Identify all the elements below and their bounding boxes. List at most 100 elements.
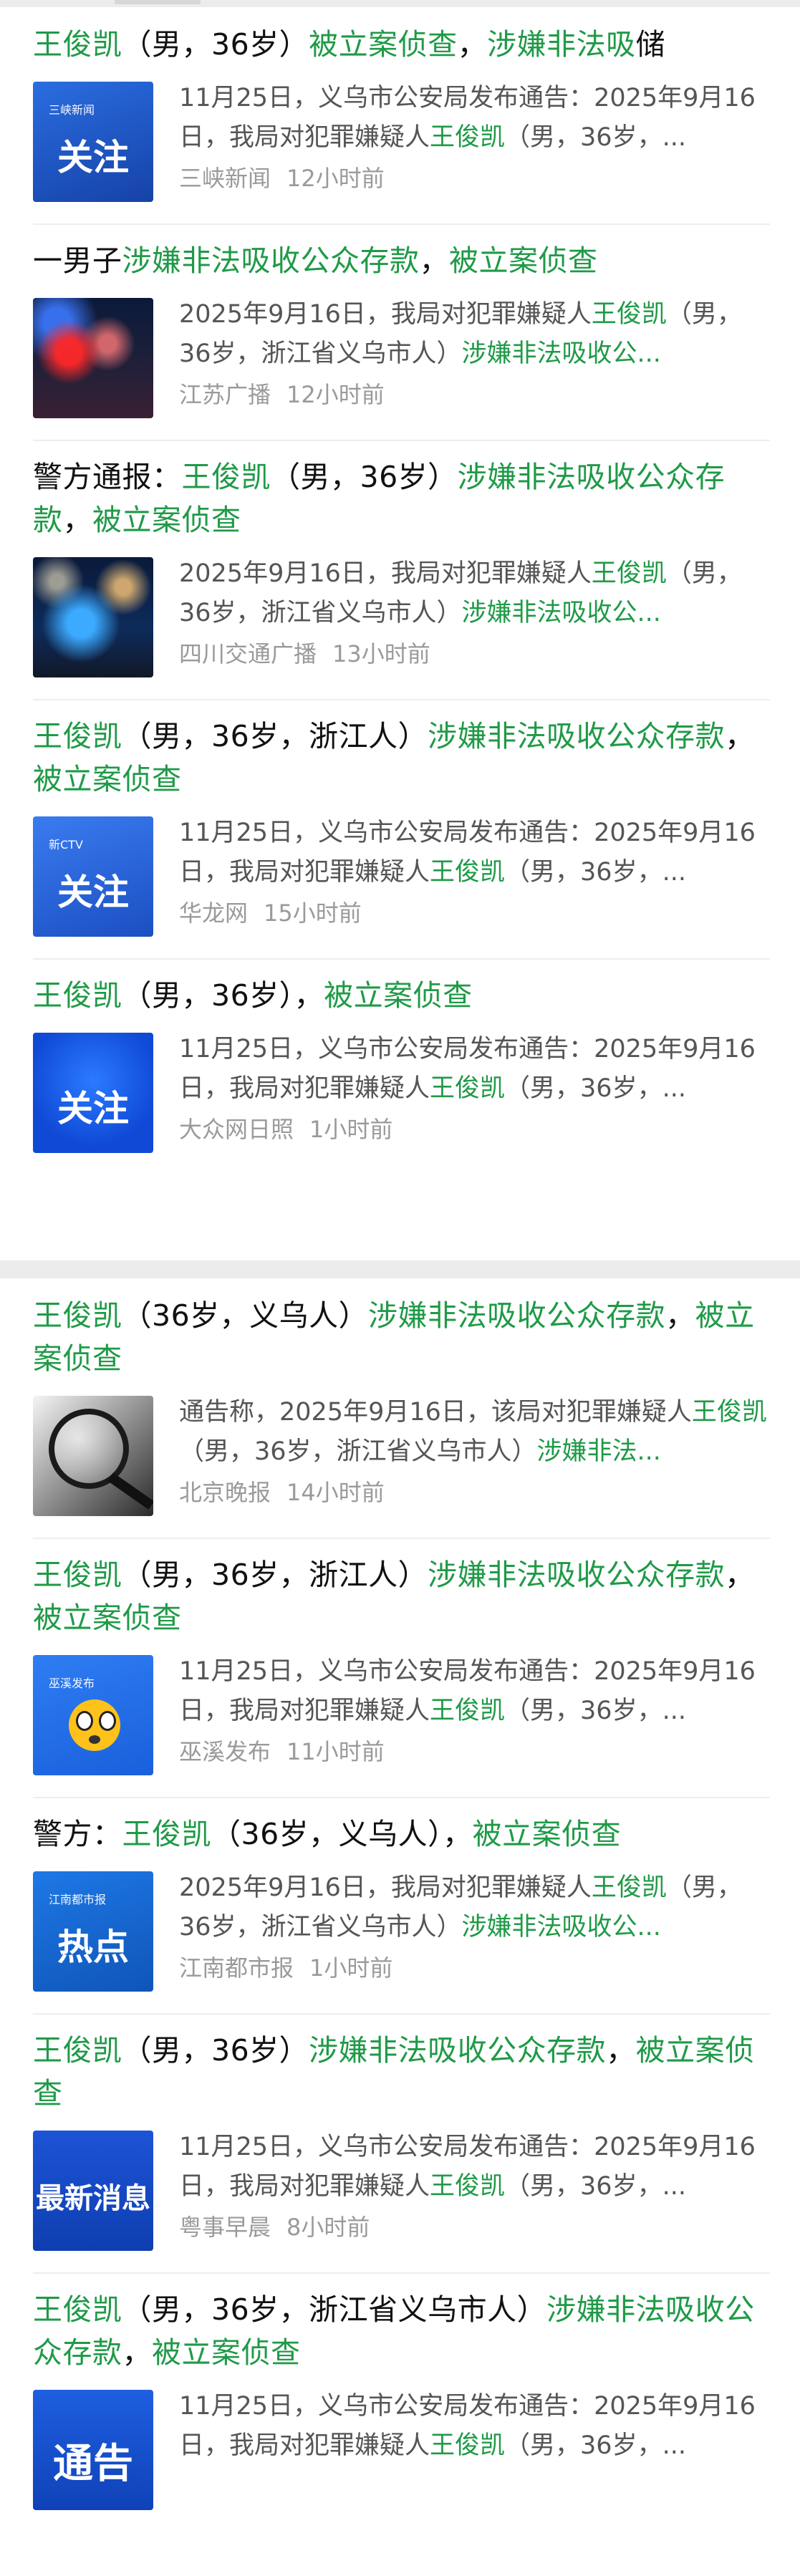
headline-text: 警方通报：	[33, 460, 182, 494]
news-source[interactable]: 大众网日照	[179, 1116, 294, 1143]
news-headline[interactable]: 王俊凯（男，36岁）涉嫌非法吸收公众存款，被立案侦查	[33, 2029, 770, 2115]
summary-text: （男，36岁，...	[505, 2172, 686, 2201]
emoji-eye	[99, 1711, 116, 1731]
headline-keyword: 涉嫌非法吸收公众存款	[309, 2033, 607, 2068]
news-thumbnail[interactable]	[33, 1396, 153, 1516]
news-source[interactable]: 巫溪发布	[179, 1738, 271, 1765]
news-source[interactable]: 四川交通广播	[179, 640, 317, 667]
news-source[interactable]: 华龙网	[179, 899, 248, 927]
news-source[interactable]: 三峡新闻	[179, 165, 271, 192]
news-thumbnail[interactable]: 关注	[33, 1033, 153, 1153]
news-headline[interactable]: 王俊凯（男，36岁，浙江人）涉嫌非法吸收公众存款， 被立案侦查	[33, 1553, 770, 1639]
headline-text: ，	[725, 1558, 755, 1592]
news-summary: 11月25日，义乌市公安局发布通告：2025年9月16日，我局对犯罪嫌疑人王俊凯…	[179, 79, 770, 158]
news-time: 13小时前	[332, 640, 430, 667]
headline-keyword: 涉嫌非法吸	[487, 27, 636, 62]
headline-text: ，	[606, 2033, 636, 2068]
news-item[interactable]: 警方：王俊凯（36岁，义乌人），被立案侦查 江南都市报 热点 2025年9月16日，我…	[0, 1797, 800, 2013]
news-item[interactable]: 警方通报：王俊凯（男，36岁）涉嫌非法吸收公众存款，被立案侦查 2025年9月16…	[0, 440, 800, 699]
summary-text: （男，36岁，...	[505, 2431, 686, 2460]
news-item[interactable]: 王俊凯（男，36岁，浙江省义乌市人）涉嫌非法吸收公众存款，被立案侦查 通告 11月2…	[0, 2272, 800, 2532]
news-meta: 北京晚报 14小时前	[179, 1476, 770, 1509]
thumbnail-logo: 江南都市报	[49, 1893, 107, 1906]
thumbnail-caption: 最新消息	[36, 2182, 150, 2215]
news-thumbnail[interactable]: 最新消息	[33, 2131, 153, 2251]
headline-keyword: 被立案侦查	[92, 503, 241, 537]
news-item[interactable]: 王俊凯（男，36岁）被立案侦查，涉嫌非法吸储 三峡新闻 关注 11月25日，义乌市公安…	[0, 7, 800, 223]
thumbnail-caption: 关注	[57, 872, 129, 913]
news-meta: 江苏广播 12小时前	[179, 378, 770, 411]
news-thumbnail[interactable]: 巫溪发布	[33, 1655, 153, 1775]
news-source[interactable]: 粤事早晨	[179, 2214, 271, 2241]
summary-keyword: 涉嫌非法...	[536, 1437, 661, 1466]
results-section-1: 王俊凯（男，36岁）被立案侦查，涉嫌非法吸储 三峡新闻 关注 11月25日，义乌市公安…	[0, 7, 800, 1260]
news-time: 15小时前	[264, 899, 362, 927]
news-summary: 11月25日，义乌市公安局发布通告：2025年9月16日，我局对犯罪嫌疑人王俊凯…	[179, 1030, 770, 1109]
headline-text: 警方：	[33, 1817, 122, 1851]
news-thumbnail[interactable]: 江南都市报 热点	[33, 1871, 153, 1992]
headline-text: （男，36岁）	[271, 460, 458, 494]
news-meta: 华龙网 15小时前	[179, 897, 770, 930]
news-summary: 通告称，2025年9月16日，该局对犯罪嫌疑人王俊凯 （男，36岁，浙江省义乌市人…	[179, 1393, 770, 1472]
headline-keyword: 王俊凯	[33, 1558, 122, 1592]
news-meta: 三峡新闻 12小时前	[179, 162, 770, 195]
headline-keyword: 王俊凯	[33, 1298, 122, 1333]
headline-keyword: 王俊凯	[33, 978, 122, 1013]
headline-keyword: 涉嫌非法吸收公众存款	[368, 1298, 666, 1333]
news-thumbnail[interactable]	[33, 298, 153, 418]
news-item[interactable]: 王俊凯（男，36岁），被立案侦查关注 11月25日，义乌市公安局发布通告：2025…	[0, 958, 800, 1174]
news-source[interactable]: 北京晚报	[179, 1479, 271, 1506]
news-source[interactable]: 江南都市报	[179, 1954, 294, 1982]
news-headline[interactable]: 王俊凯（男，36岁，浙江人）涉嫌非法吸收公众存款， 被立案侦查	[33, 715, 770, 801]
headline-keyword: 被立案侦查	[472, 1817, 622, 1851]
news-headline[interactable]: 一男子涉嫌非法吸收公众存款，被立案侦查	[33, 239, 770, 282]
news-headline[interactable]: 警方通报：王俊凯（男，36岁）涉嫌非法吸收公众存款，被立案侦查	[33, 455, 770, 541]
summary-text: 通告称，2025年9月16日，该局对犯罪嫌疑人	[179, 1398, 692, 1427]
news-summary: 11月25日，义乌市公安局发布通告：2025年9月16日，我局对犯罪嫌疑人王俊凯…	[179, 814, 770, 892]
summary-keyword: 王俊凯	[430, 1074, 506, 1103]
headline-text: （男，36岁）	[122, 2033, 309, 2068]
headline-text: （36岁，义乌人）	[122, 1298, 369, 1333]
news-headline[interactable]: 王俊凯（男，36岁，浙江省义乌市人）涉嫌非法吸收公众存款，被立案侦查	[33, 2288, 770, 2374]
news-summary: 11月25日，义乌市公安局发布通告：2025年9月16日，我局对犯罪嫌疑人王俊凯…	[179, 2128, 770, 2206]
news-thumbnail[interactable]: 新CTV 关注	[33, 816, 153, 937]
headline-keyword: 被立案侦查	[309, 27, 458, 62]
news-item[interactable]: 王俊凯（男，36岁，浙江人）涉嫌非法吸收公众存款，被立案侦查 巫溪发布 11月25日…	[0, 1538, 800, 1797]
news-time: 12小时前	[286, 381, 385, 408]
news-thumbnail[interactable]: 通告	[33, 2390, 153, 2510]
news-thumbnail[interactable]	[33, 557, 153, 677]
headline-keyword: 被立案侦查	[152, 2335, 301, 2370]
headline-text: 储	[635, 27, 666, 62]
summary-text: （男，36岁，...	[505, 858, 686, 887]
news-item[interactable]: 一男子涉嫌非法吸收公众存款，被立案侦查 2025年9月16日，我局对犯罪嫌疑人王俊…	[0, 223, 800, 440]
summary-text: （男，36岁，浙江省义乌市人）	[179, 1437, 537, 1466]
news-headline[interactable]: 王俊凯（男，36岁）被立案侦查，涉嫌非法吸储	[33, 23, 770, 66]
news-time: 11小时前	[286, 1738, 385, 1765]
news-item[interactable]: 王俊凯（36岁，义乌人）涉嫌非法吸收公众存款，被立案侦查通告称，2025年9月1…	[0, 1278, 800, 1538]
news-time: 8小时前	[286, 2214, 370, 2241]
summary-keyword: 涉嫌非法吸收公...	[461, 599, 661, 627]
summary-keyword: 王俊凯	[591, 559, 667, 588]
section-divider	[0, 1260, 800, 1278]
news-search-results-page: 王俊凯（男，36岁）被立案侦查，涉嫌非法吸储 三峡新闻 关注 11月25日，义乌市公安…	[0, 0, 800, 2576]
thumbnail-caption: 关注	[57, 137, 129, 178]
summary-keyword: 王俊凯	[430, 858, 506, 887]
news-headline[interactable]: 王俊凯（36岁，义乌人）涉嫌非法吸收公众存款，被立案侦查	[33, 1294, 770, 1380]
headline-keyword: 王俊凯	[33, 719, 122, 753]
news-headline[interactable]: 警方：王俊凯（36岁，义乌人），被立案侦查	[33, 1813, 770, 1856]
headline-keyword: 王俊凯	[122, 1817, 211, 1851]
news-thumbnail[interactable]: 三峡新闻 关注	[33, 82, 153, 202]
headline-text: （男，36岁，浙江省义乌市人）	[122, 2292, 547, 2327]
news-item[interactable]: 王俊凯（男，36岁）涉嫌非法吸收公众存款，被立案侦查最新消息 11月25日，义乌市…	[0, 2013, 800, 2272]
summary-keyword: 涉嫌非法吸收公...	[461, 339, 661, 368]
emoji-mouth	[89, 1735, 100, 1744]
news-meta: 四川交通广播 13小时前	[179, 637, 770, 670]
summary-keyword: 王俊凯	[591, 1873, 667, 1902]
news-headline[interactable]: 王俊凯（男，36岁），被立案侦查	[33, 974, 770, 1017]
news-source[interactable]: 江苏广播	[179, 381, 271, 408]
headline-keyword: 王俊凯	[33, 27, 122, 62]
headline-keyword: 王俊凯	[181, 460, 271, 494]
news-summary: 2025年9月16日，我局对犯罪嫌疑人王俊凯（男，36岁，浙江省义乌市人）涉嫌非…	[179, 554, 770, 633]
news-item[interactable]: 王俊凯（男，36岁，浙江人）涉嫌非法吸收公众存款，被立案侦查新CTV 关注 11月2…	[0, 699, 800, 958]
summary-text: （男，36岁，...	[505, 1074, 686, 1103]
